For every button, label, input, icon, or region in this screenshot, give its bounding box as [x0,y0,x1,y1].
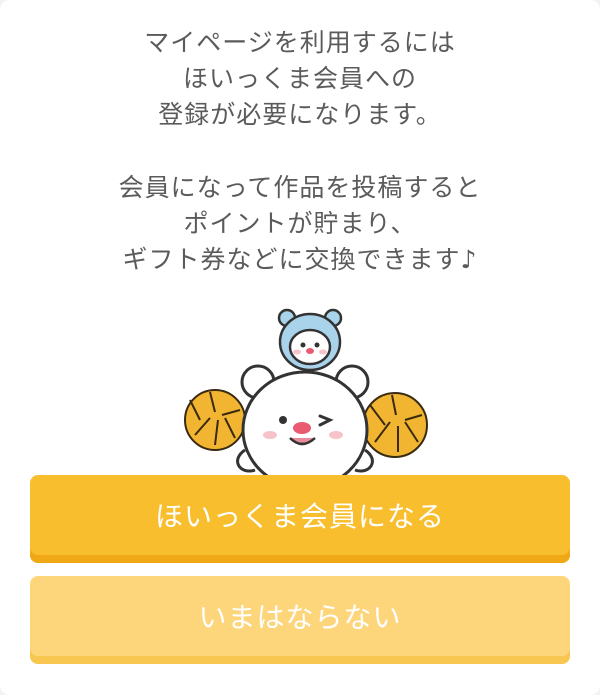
membership-benefit-message: 会員になって作品を投稿すると ポイントが貯まり、 ギフト券などに交換できます♪ [0,170,600,278]
message-line: マイページを利用するには [144,28,456,57]
message-line: 会員になって作品を投稿すると [118,173,482,202]
become-member-button[interactable]: ほいっくま会員になる [30,475,570,563]
not-now-button[interactable]: いまはならない [30,576,570,664]
message-line: ほいっくま会員への [182,64,417,93]
bear-mascot-illustration [170,300,440,475]
membership-dialog: マイページを利用するには ほいっくま会員への 登録が必要になります。 会員になっ… [0,0,600,695]
message-line: ギフト券などに交換できます♪ [122,245,478,274]
membership-required-message: マイページを利用するには ほいっくま会員への 登録が必要になります。 [0,25,600,133]
message-line: 登録が必要になります。 [158,100,442,129]
bear-cheerleader-icon [184,308,428,475]
message-line: ポイントが貯まり、 [183,209,417,238]
